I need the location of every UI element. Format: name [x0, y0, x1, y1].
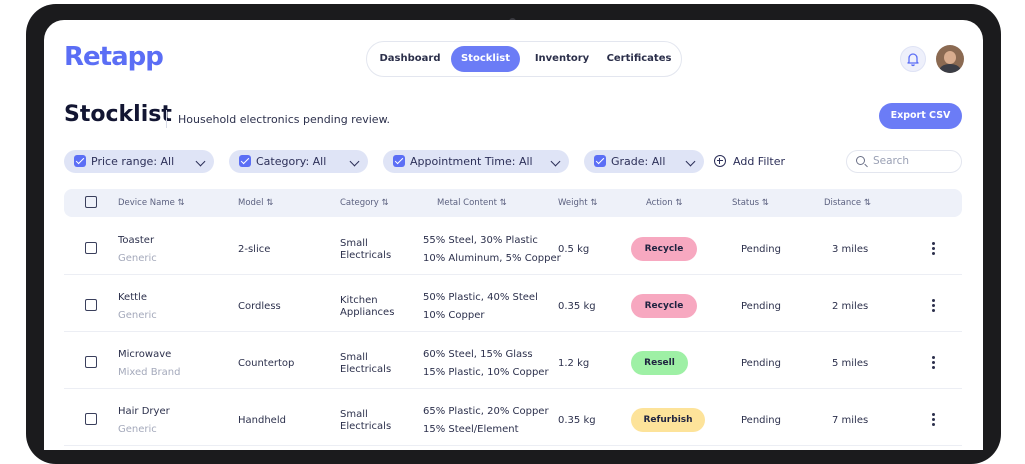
- search-placeholder: Search: [873, 155, 910, 167]
- status-text: Pending: [741, 358, 781, 369]
- status-text: Pending: [741, 301, 781, 312]
- filter-grade[interactable]: Grade: All: [584, 150, 704, 173]
- table-row[interactable]: Kettle Generic Cordless Kitchen Applianc…: [64, 275, 962, 332]
- device-weight: 0.35 kg: [558, 415, 596, 426]
- device-category: Small: [340, 238, 368, 249]
- search-input[interactable]: Search: [846, 150, 962, 173]
- device-name: Hair Dryer: [118, 406, 170, 417]
- distance-text: 5 miles: [832, 358, 869, 369]
- device-category: Electricals: [340, 421, 392, 432]
- action-badge-refurbish[interactable]: Refurbish: [631, 408, 705, 432]
- tab-certificates[interactable]: Certificates: [603, 46, 675, 72]
- device-weight: 0.35 kg: [558, 301, 596, 312]
- metal-content: 10% Aluminum, 5% Copper: [423, 253, 561, 264]
- device-category: Electricals: [340, 364, 392, 375]
- distance-text: 7 miles: [832, 415, 869, 426]
- more-options-icon[interactable]: [932, 413, 935, 428]
- device-category: Electricals: [340, 250, 392, 261]
- table-row[interactable]: Hair Dryer Generic Handheld Small Electr…: [64, 389, 962, 446]
- checkbox-checked-icon[interactable]: [594, 155, 606, 167]
- status-text: Pending: [741, 244, 781, 255]
- column-header-device-name[interactable]: Device Name ⇅: [118, 189, 185, 217]
- device-weight: 0.5 kg: [558, 244, 590, 255]
- table-header: Device Name ⇅ Model ⇅ Category ⇅ Metal C…: [64, 189, 962, 217]
- device-category: Kitchen: [340, 295, 378, 306]
- tab-dashboard[interactable]: Dashboard: [375, 46, 445, 72]
- chevron-down-icon: [349, 156, 360, 167]
- column-header-model[interactable]: Model ⇅: [238, 189, 273, 217]
- app-screen: Retapp Dashboard Stocklist Inventory Cer…: [44, 20, 983, 450]
- more-options-icon[interactable]: [932, 299, 935, 314]
- action-badge-recycle[interactable]: Recycle: [631, 237, 697, 261]
- page-subtitle: Household electronics pending review.: [178, 113, 391, 126]
- device-weight: 1.2 kg: [558, 358, 590, 369]
- device-model: Handheld: [238, 415, 286, 426]
- chevron-down-icon: [685, 156, 696, 167]
- device-brand: Mixed Brand: [118, 367, 181, 378]
- row-checkbox[interactable]: [85, 356, 97, 368]
- device-category: Small: [340, 352, 368, 363]
- more-options-icon[interactable]: [932, 356, 935, 371]
- device-model: Cordless: [238, 301, 281, 312]
- device-name: Toaster: [118, 235, 155, 246]
- metal-content: 15% Plastic, 10% Copper: [423, 367, 549, 378]
- metal-content: 50% Plastic, 40% Steel: [423, 292, 538, 303]
- checkbox-checked-icon[interactable]: [74, 155, 86, 167]
- select-all-checkbox[interactable]: [85, 196, 97, 208]
- user-avatar[interactable]: [936, 45, 964, 73]
- filter-category[interactable]: Category: All: [229, 150, 368, 173]
- filter-label: Category: All: [256, 155, 327, 168]
- status-text: Pending: [741, 415, 781, 426]
- page-title: Stocklist: [64, 102, 172, 127]
- metal-content: 60% Steel, 15% Glass: [423, 349, 533, 360]
- filter-label: Price range: All: [91, 155, 175, 168]
- row-checkbox[interactable]: [85, 242, 97, 254]
- row-checkbox[interactable]: [85, 299, 97, 311]
- app-logo[interactable]: Retapp: [64, 42, 164, 72]
- action-badge-recycle[interactable]: Recycle: [631, 294, 697, 318]
- plus-circle-icon: [714, 155, 726, 167]
- chevron-down-icon: [550, 156, 561, 167]
- search-icon: [856, 156, 865, 165]
- filter-label: Appointment Time: All: [410, 155, 533, 168]
- distance-text: 2 miles: [832, 301, 869, 312]
- tab-stocklist[interactable]: Stocklist: [451, 46, 520, 72]
- action-badge-resell[interactable]: Resell: [631, 351, 688, 375]
- filter-price-range[interactable]: Price range: All: [64, 150, 214, 173]
- column-header-weight[interactable]: Weight ⇅: [558, 189, 597, 217]
- top-nav: Dashboard Stocklist Inventory Certificat…: [366, 41, 682, 77]
- metal-content: 65% Plastic, 20% Copper: [423, 406, 549, 417]
- column-header-category[interactable]: Category ⇅: [340, 189, 389, 217]
- device-brand: Generic: [118, 310, 157, 321]
- device-model: 2-slice: [238, 244, 271, 255]
- export-csv-button[interactable]: Export CSV: [879, 103, 962, 129]
- add-filter-label: Add Filter: [733, 155, 786, 168]
- device-model: Countertop: [238, 358, 295, 369]
- row-checkbox[interactable]: [85, 413, 97, 425]
- chevron-down-icon: [195, 156, 206, 167]
- bell-icon: [907, 53, 919, 67]
- device-name: Microwave: [118, 349, 172, 360]
- device-name: Kettle: [118, 292, 147, 303]
- column-header-action[interactable]: Action ⇅: [646, 189, 682, 217]
- column-header-status[interactable]: Status ⇅: [732, 189, 769, 217]
- more-options-icon[interactable]: [932, 242, 935, 257]
- device-category: Small: [340, 409, 368, 420]
- metal-content: 55% Steel, 30% Plastic: [423, 235, 538, 246]
- column-header-metal-content[interactable]: Metal Content ⇅: [437, 189, 507, 217]
- filter-appointment-time[interactable]: Appointment Time: All: [383, 150, 569, 173]
- device-brand: Generic: [118, 253, 157, 264]
- distance-text: 3 miles: [832, 244, 869, 255]
- column-header-distance[interactable]: Distance ⇅: [824, 189, 871, 217]
- tab-inventory[interactable]: Inventory: [527, 46, 597, 72]
- notifications-button[interactable]: [900, 46, 926, 72]
- checkbox-checked-icon[interactable]: [239, 155, 251, 167]
- table-row[interactable]: Microwave Mixed Brand Countertop Small E…: [64, 332, 962, 389]
- metal-content: 10% Copper: [423, 310, 485, 321]
- checkbox-checked-icon[interactable]: [393, 155, 405, 167]
- table-row[interactable]: Toaster Generic 2-slice Small Electrical…: [64, 218, 962, 275]
- filter-label: Grade: All: [611, 155, 666, 168]
- device-category: Appliances: [340, 307, 395, 318]
- title-divider: [166, 110, 167, 128]
